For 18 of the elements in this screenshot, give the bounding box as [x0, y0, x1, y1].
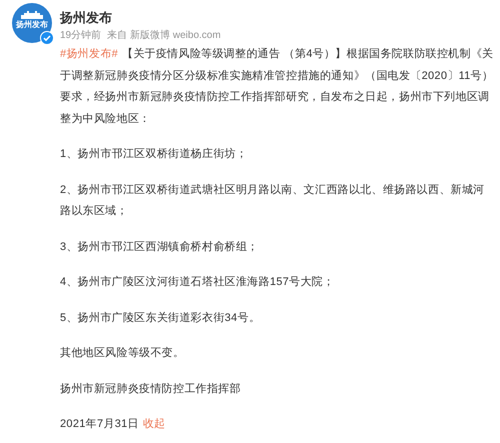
post-paragraph: 其他地区风险等级不变。	[60, 346, 186, 361]
avatar-text: 扬州发布	[16, 20, 48, 29]
avatar[interactable]: 扬州发布	[12, 3, 52, 43]
post-paragraph: 1、扬州市邗江区双桥街道杨庄街坊；	[60, 146, 248, 162]
client-link[interactable]: 新版微博 weibo.com	[130, 29, 221, 43]
post-text: #扬州发布# 【关于疫情风险等级调整的通告 （第4号）】根据国务院联防联控机制《关于调整新冠肺炎疫情分区分级标准实施精准管控措施的通知》（国电发〔2020〕11号）要求，经扬州市新冠肺炎疫情防控工作指挥部研究，自发布之日起，扬州市下列地区调整为中风险地区：	[60, 46, 494, 126]
post-paragraph: 扬州市新冠肺炎疫情防控工作指挥部	[60, 382, 242, 396]
hashtag-link[interactable]: #扬州发布#	[60, 48, 118, 60]
post-paragraph: 3、扬州市邗江区西湖镇俞桥村俞桥组；	[60, 240, 260, 254]
building-icon	[19, 10, 45, 19]
post-paragraph: 5、扬州市广陵区东关街道彩衣街34号。	[60, 310, 262, 326]
post-time[interactable]: 19分钟前	[60, 29, 102, 43]
source-label: 来自	[107, 29, 128, 43]
collapse-link[interactable]: 收起	[142, 414, 166, 436]
post-paragraph: 4、扬州市广陵区汶河街道石塔社区淮海路157号大院；	[60, 274, 336, 290]
post-date: 2021年7月31日	[60, 417, 139, 432]
post-paragraph: 2、扬州市邗江区双桥街道武塘社区明月路以南、文汇西路以北、维扬路以西、新城河路以东区域；	[60, 182, 486, 219]
account-name[interactable]: 扬州发布	[60, 9, 494, 27]
